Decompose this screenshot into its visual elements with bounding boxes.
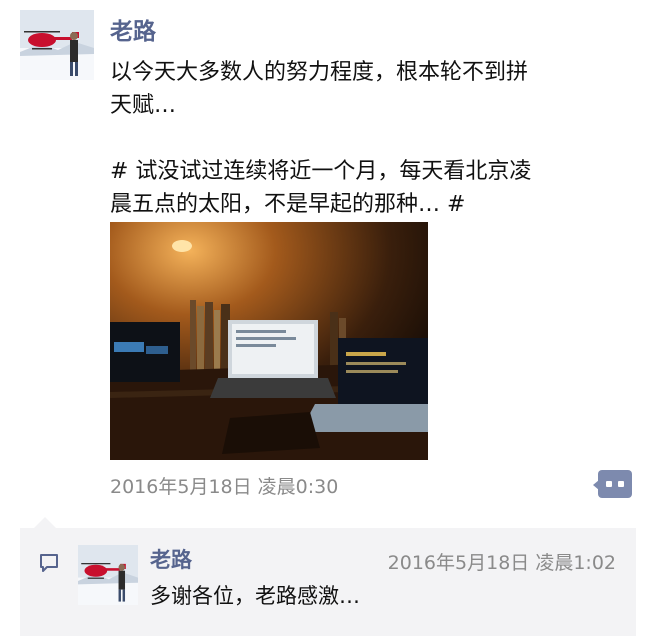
post-text: 以今天大多数人的努力程度，根本轮不到拼 天赋… # 试没试过连续将近一个月，每天… [110, 56, 630, 221]
comment-menu-button[interactable] [598, 470, 632, 498]
photo-image [110, 222, 428, 460]
post-text-line: 天赋… [110, 93, 177, 118]
avatar-image [20, 10, 94, 80]
commenter-avatar[interactable] [78, 545, 138, 605]
comment-timestamp: 2016年5月18日 凌晨1:02 [387, 552, 616, 574]
post-photo[interactable] [110, 222, 428, 460]
avatar-image [78, 545, 138, 605]
post-author-name[interactable]: 老路 [110, 12, 156, 46]
post-timestamp: 2016年5月18日 凌晨0:30 [110, 476, 339, 498]
commenter-name[interactable]: 老路 [150, 544, 192, 574]
author-avatar[interactable] [20, 10, 94, 80]
post-text-line: 以今天大多数人的努力程度，根本轮不到拼 [110, 60, 529, 85]
reply-box-pointer [34, 517, 56, 528]
speech-bubble-icon [40, 554, 58, 572]
comment-text: 多谢各位，老路感激… [150, 584, 360, 608]
post-text-line: # 试没试过连续将近一个月，每天看北京凌 [110, 159, 532, 184]
post-text-line: 晨五点的太阳，不是早起的那种… # [110, 192, 466, 217]
comment-more-icon [606, 481, 624, 487]
